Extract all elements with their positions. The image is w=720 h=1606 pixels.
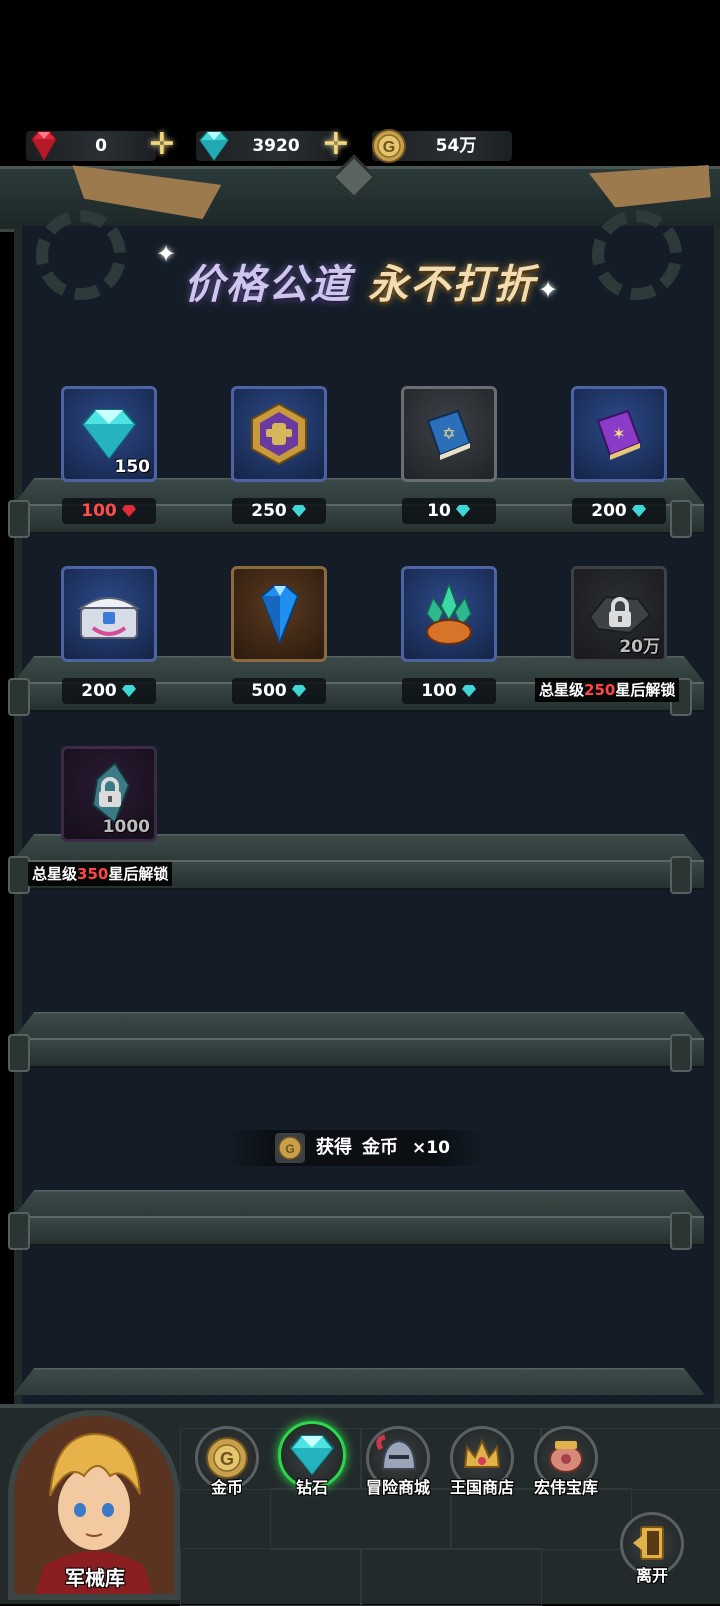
diamond-counter: 3920 bbox=[196, 131, 338, 162]
gold-counter: G 54万 bbox=[372, 129, 512, 163]
book-icon: ✶ bbox=[596, 409, 642, 460]
gear-decoration-right bbox=[592, 210, 682, 300]
unlock-requirement: 总星级250星后解锁 bbox=[535, 678, 680, 702]
toast-item: 金币 bbox=[362, 1137, 398, 1158]
price-value: 200 bbox=[81, 681, 117, 701]
crystal-cluster-icon bbox=[426, 581, 472, 645]
gear-decoration-left bbox=[36, 210, 126, 300]
svg-text:G: G bbox=[285, 1142, 294, 1156]
gold-coin-icon: G bbox=[372, 129, 406, 163]
price-value: 500 bbox=[251, 681, 287, 701]
shop-item-locked-shard[interactable]: 1000 bbox=[61, 746, 157, 842]
unlock-prefix: 总星级 bbox=[539, 681, 585, 699]
price-tag[interactable]: 100 bbox=[62, 498, 156, 524]
svg-text:G: G bbox=[383, 139, 395, 156]
lock-icon bbox=[609, 597, 631, 627]
shelf bbox=[8, 1188, 705, 1252]
price-tag[interactable]: 10 bbox=[402, 498, 496, 524]
tab-adventure-shop-label: 冒险商城 bbox=[365, 1478, 430, 1497]
diamond-amount: 3920 bbox=[252, 136, 300, 156]
shelf bbox=[8, 1010, 705, 1074]
reward-toast: G 获得 金币 ×10 bbox=[220, 1130, 490, 1166]
item-quantity: 1000 bbox=[102, 817, 150, 837]
diamond-icon bbox=[461, 685, 476, 697]
diamond-icon bbox=[121, 685, 136, 697]
unlock-star-count: 350 bbox=[77, 865, 109, 883]
crystal-icon bbox=[260, 585, 300, 645]
item-quantity: 20万 bbox=[619, 637, 660, 657]
shop-item-purple-book[interactable]: ✶ bbox=[571, 386, 667, 482]
slogan-part2: 永不打折 bbox=[367, 262, 536, 308]
shop-slogan: 价格公道 永不打折 bbox=[150, 252, 570, 312]
tab-diamond-label: 钻石 bbox=[295, 1478, 328, 1497]
price-value: 250 bbox=[251, 501, 287, 521]
item-quantity: 150 bbox=[114, 457, 151, 477]
gold-coin-icon: G bbox=[275, 1133, 305, 1163]
diamond-icon bbox=[291, 505, 306, 517]
toast-count: ×10 bbox=[412, 1138, 450, 1158]
svg-text:G: G bbox=[220, 1449, 234, 1469]
svg-text:✡: ✡ bbox=[442, 424, 455, 443]
shop-item-purple-emblem[interactable] bbox=[231, 386, 327, 482]
book-icon: ✡ bbox=[426, 409, 472, 460]
lock-icon bbox=[99, 777, 121, 807]
tab-kingdom-shop-label: 王国商店 bbox=[449, 1478, 514, 1497]
unlock-suffix: 星后解锁 bbox=[108, 865, 169, 883]
price-tag[interactable]: 100 bbox=[402, 678, 496, 704]
shop-item-blue-crystal[interactable] bbox=[231, 566, 327, 662]
diamond-icon bbox=[455, 505, 470, 517]
ruby-amount: 0 bbox=[95, 136, 107, 156]
price-tag[interactable]: 200 bbox=[572, 498, 666, 524]
exit-label: 离开 bbox=[635, 1566, 668, 1585]
unlock-requirement: 总星级350星后解锁 bbox=[28, 862, 173, 886]
shelf bbox=[13, 1366, 705, 1396]
ruby-icon bbox=[121, 505, 136, 517]
gold-amount: 54万 bbox=[435, 136, 477, 156]
ruby-icon bbox=[31, 131, 57, 162]
diamond-icon bbox=[291, 685, 306, 697]
armory-label: 军械库 bbox=[65, 1566, 125, 1590]
tab-gold-label: 金币 bbox=[210, 1478, 243, 1497]
paper-decoration bbox=[589, 165, 711, 209]
price-value: 100 bbox=[81, 501, 117, 521]
shop-item-diamond-pack[interactable]: 150 bbox=[61, 386, 157, 482]
price-value: 100 bbox=[421, 681, 457, 701]
price-value: 200 bbox=[591, 501, 627, 521]
shop-item-crystal-cluster[interactable] bbox=[401, 566, 497, 662]
slogan-part1: 价格公道 bbox=[184, 262, 353, 308]
diamond-icon bbox=[631, 505, 646, 517]
svg-text:✶: ✶ bbox=[612, 424, 625, 443]
shop-item-locked-ore[interactable]: 20万 bbox=[571, 566, 667, 662]
price-value: 10 bbox=[427, 501, 451, 521]
unlock-suffix: 星后解锁 bbox=[615, 681, 676, 699]
ruby-counter: 0 bbox=[26, 131, 156, 162]
add-ruby-button[interactable]: ✛ bbox=[146, 130, 178, 162]
price-tag[interactable]: 500 bbox=[232, 678, 326, 704]
add-diamond-button[interactable]: ✛ bbox=[320, 130, 352, 162]
unlock-prefix: 总星级 bbox=[32, 865, 78, 883]
toast-label: 获得 bbox=[316, 1137, 352, 1158]
price-tag[interactable]: 250 bbox=[232, 498, 326, 524]
diamond-icon bbox=[199, 131, 229, 162]
emblem-icon bbox=[251, 402, 307, 466]
shop-item-blue-book[interactable]: ✡ bbox=[401, 386, 497, 482]
diamond-icon bbox=[81, 409, 137, 460]
chest-icon bbox=[77, 597, 141, 639]
price-tag[interactable]: 200 bbox=[62, 678, 156, 704]
unlock-star-count: 250 bbox=[584, 681, 616, 699]
tab-grand-vault-label: 宏伟宝库 bbox=[533, 1478, 598, 1497]
shop-item-treasure-chest[interactable] bbox=[61, 566, 157, 662]
